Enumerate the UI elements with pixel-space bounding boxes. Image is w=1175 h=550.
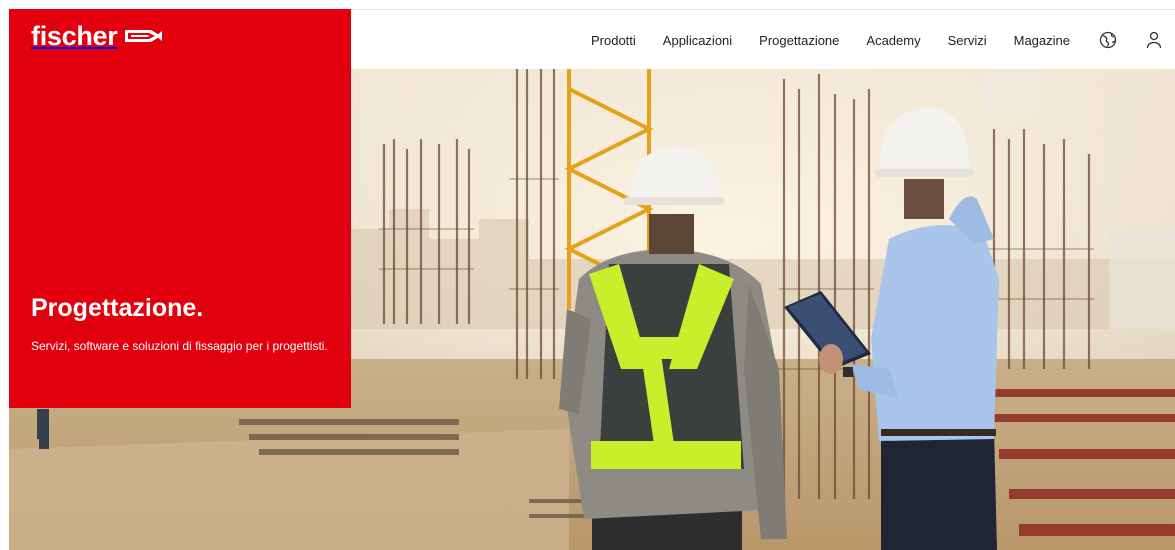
- nav-link-applicazioni[interactable]: Applicazioni: [663, 33, 732, 48]
- user-icon[interactable]: [1143, 29, 1165, 51]
- main-navigation: Prodotti Applicazioni Progettazione Acad…: [591, 10, 1175, 70]
- page: Prodotti Applicazioni Progettazione Acad…: [9, 9, 1175, 550]
- nav-link-servizi[interactable]: Servizi: [948, 33, 987, 48]
- hero-title: Progettazione.: [31, 294, 204, 322]
- nav-link-magazine[interactable]: Magazine: [1014, 33, 1070, 48]
- hero-subtitle: Servizi, software e soluzioni di fissagg…: [31, 339, 328, 353]
- brand-wordmark: fischer: [31, 21, 118, 51]
- fish-logo-icon: [123, 27, 163, 50]
- brand-logo[interactable]: fischer: [31, 23, 163, 50]
- nav-link-progettazione[interactable]: Progettazione: [759, 33, 839, 48]
- globe-icon[interactable]: [1097, 29, 1119, 51]
- nav-link-academy[interactable]: Academy: [866, 33, 920, 48]
- nav-link-prodotti[interactable]: Prodotti: [591, 33, 636, 48]
- hero-red-panel: fischer Progettazione. Servizi, software…: [9, 9, 351, 408]
